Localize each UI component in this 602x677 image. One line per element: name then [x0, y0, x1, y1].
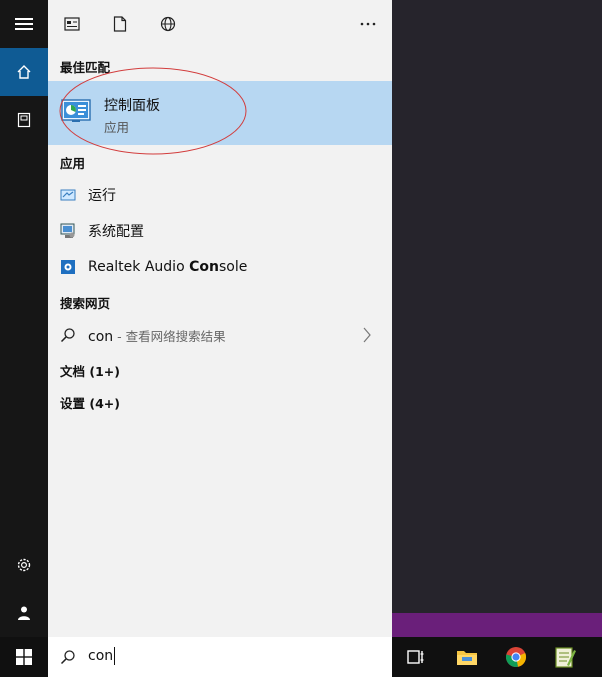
desktop-purple-strip	[392, 613, 602, 637]
news-icon	[64, 17, 80, 31]
chevron-right-icon	[363, 327, 371, 343]
filter-bar	[48, 0, 392, 48]
hamburger-icon	[15, 18, 33, 30]
home-button[interactable]	[0, 48, 48, 96]
web-search-label: con - 查看网络搜索结果	[88, 328, 226, 345]
chrome-icon[interactable]	[504, 645, 528, 669]
app-item-realtek[interactable]: Realtek Audio Console	[48, 250, 392, 284]
section-apps: 应用	[60, 156, 86, 171]
user-button[interactable]	[0, 589, 48, 637]
web-search-item[interactable]: con - 查看网络搜索结果	[48, 318, 392, 352]
app-label-realtek: Realtek Audio Console	[88, 259, 248, 275]
run-icon	[60, 189, 76, 201]
settings-icon	[17, 558, 31, 572]
globe-icon	[160, 16, 176, 32]
start-rail	[0, 0, 48, 637]
home-icon	[17, 65, 31, 79]
menu-button[interactable]	[0, 0, 48, 48]
highlight-circle-annotation	[59, 67, 247, 155]
section-search-web: 搜索网页	[60, 296, 111, 311]
app-label-run: 运行	[88, 188, 116, 204]
search-box[interactable]: con	[48, 637, 392, 677]
app-item-run[interactable]: 运行	[48, 178, 392, 212]
search-results-panel: 最佳匹配 控制面板 应用 应用 运行 系统配置 Realtek Audio Co…	[48, 0, 392, 637]
search-icon	[60, 328, 75, 343]
section-documents[interactable]: 文档 (1+)	[60, 361, 120, 380]
document-icon	[113, 16, 127, 32]
more-icon	[360, 22, 376, 26]
documents-filter-button[interactable]	[108, 12, 132, 36]
start-button[interactable]	[0, 637, 48, 677]
search-input[interactable]: con	[88, 647, 116, 665]
file-explorer-icon[interactable]	[455, 645, 479, 669]
search-box-icon	[60, 650, 75, 665]
app-item-system-config[interactable]: 系统配置	[48, 214, 392, 248]
section-settings[interactable]: 设置 (4+)	[60, 393, 120, 412]
desktop-area	[392, 0, 602, 637]
news-button[interactable]	[60, 12, 84, 36]
documents-button[interactable]	[0, 96, 48, 144]
documents-icon	[17, 112, 31, 128]
best-match-control-panel[interactable]: 控制面板 应用	[48, 67, 392, 155]
more-options-button[interactable]	[356, 12, 380, 36]
notepad-plus-icon[interactable]	[553, 645, 577, 669]
app-label-system-config: 系统配置	[88, 224, 144, 240]
user-icon	[18, 606, 30, 620]
settings-button[interactable]	[0, 541, 48, 589]
task-view-icon[interactable]	[404, 645, 428, 669]
web-filter-button[interactable]	[156, 12, 180, 36]
realtek-audio-icon	[61, 260, 75, 274]
system-config-icon	[60, 223, 75, 238]
windows-icon	[16, 649, 32, 665]
